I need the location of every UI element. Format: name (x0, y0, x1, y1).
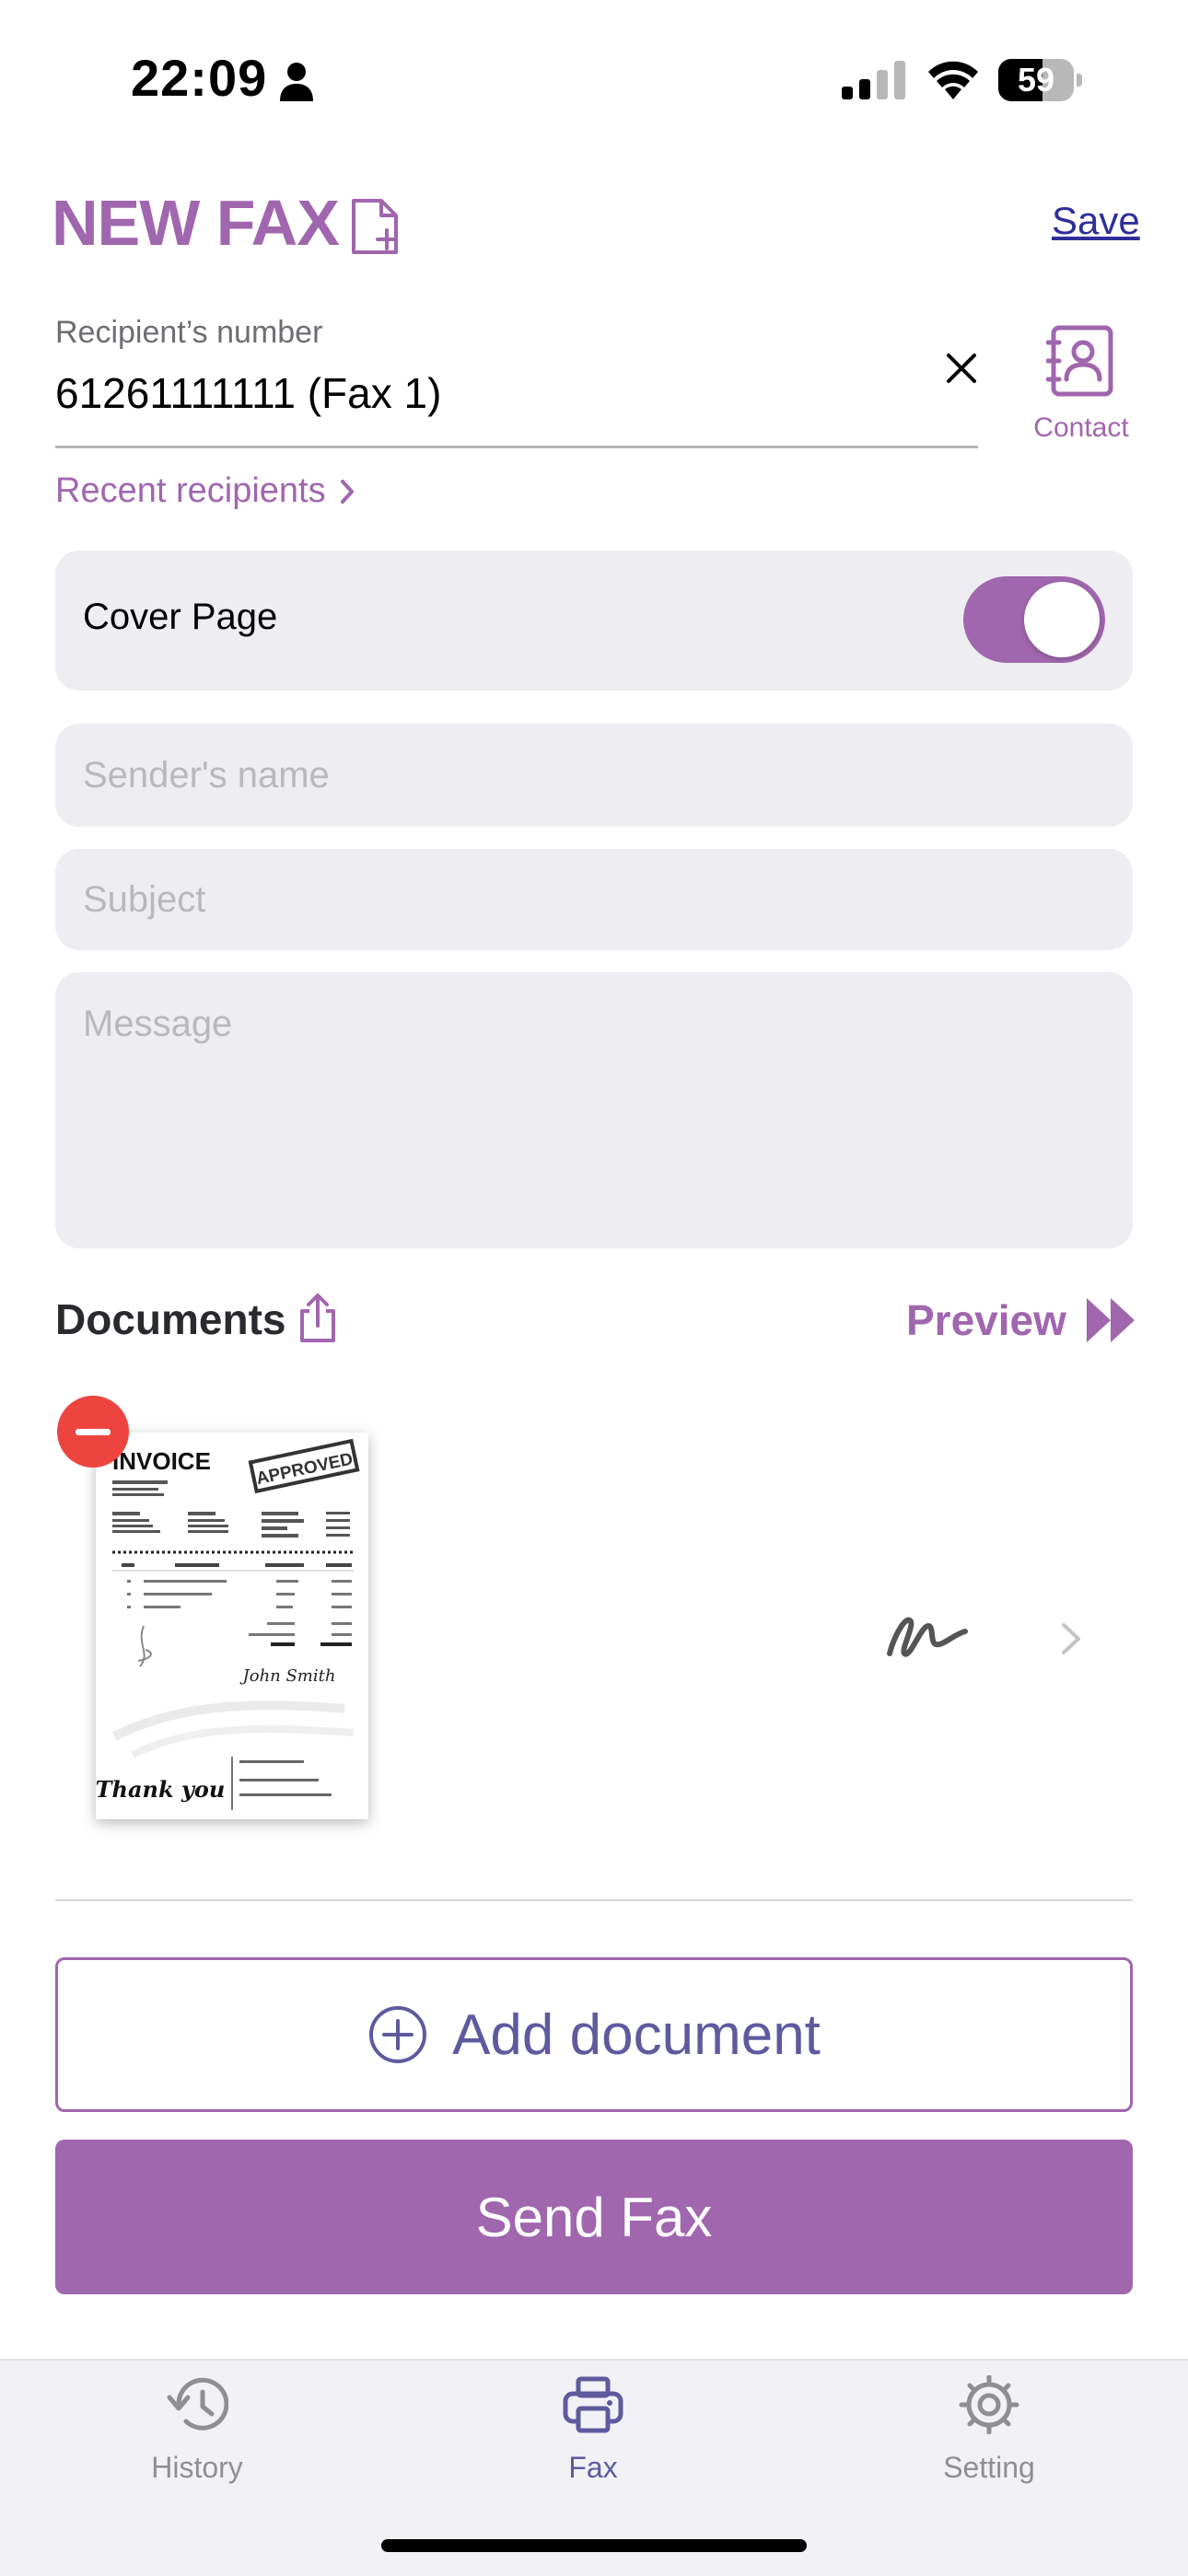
recent-recipients-link[interactable]: Recent recipients (55, 471, 355, 511)
send-fax-button[interactable]: Send Fax (55, 2140, 1133, 2294)
recent-recipients-label: Recent recipients (55, 471, 326, 510)
battery-level: 59 (1017, 61, 1055, 99)
sender-name-input[interactable] (55, 724, 1133, 827)
recipient-number-input[interactable]: 61261111111 (Fax 1) (55, 368, 441, 418)
tab-history-label: History (151, 2451, 243, 2484)
invoice-title: INVOICE (112, 1447, 211, 1475)
clear-icon[interactable] (941, 348, 982, 389)
add-circle-icon (369, 2006, 427, 2063)
cover-page-toggle[interactable] (963, 576, 1105, 663)
cover-page-label: Cover Page (83, 597, 278, 637)
wifi-icon (928, 61, 978, 99)
remove-document-button[interactable] (57, 1396, 129, 1468)
page-title: NEW FAX (52, 187, 340, 259)
documents-divider (55, 1899, 1133, 1901)
new-document-icon[interactable] (350, 197, 402, 256)
chevron-right-icon[interactable] (1059, 1620, 1083, 1657)
tab-setting[interactable]: Setting (888, 2375, 1090, 2485)
preview-button[interactable]: Preview (906, 1294, 1136, 1346)
invoice-preview: INVOICE APPROVED John Smith Thank you (96, 1438, 360, 1810)
history-icon (167, 2377, 228, 2431)
cellular-signal-icon (842, 61, 905, 99)
tab-setting-label: Setting (943, 2451, 1035, 2484)
preview-label: Preview (906, 1296, 1066, 1344)
toggle-knob (1024, 582, 1100, 657)
documents-title: Documents (55, 1295, 286, 1343)
fax-icon (563, 2376, 623, 2433)
tab-fax[interactable]: Fax (492, 2375, 694, 2485)
status-time: 22:09 (131, 49, 268, 107)
save-button[interactable]: Save (1052, 199, 1140, 243)
chevron-right-icon (340, 479, 354, 504)
fast-forward-icon (1086, 1298, 1135, 1342)
share-icon[interactable] (297, 1293, 339, 1344)
signature-text: John Smith (239, 1666, 336, 1686)
contact-book-icon[interactable] (1046, 324, 1114, 398)
signature-icon[interactable] (884, 1602, 969, 1666)
add-document-button[interactable]: Add document (55, 1957, 1133, 2112)
thank-you-text: Thank you (96, 1776, 225, 1803)
contact-label[interactable]: Contact (1024, 412, 1138, 444)
recipient-underline (55, 446, 978, 448)
gear-icon (959, 2375, 1019, 2434)
person-icon (280, 63, 313, 101)
tab-history[interactable]: History (96, 2375, 298, 2485)
document-thumbnail[interactable]: INVOICE APPROVED John Smith Thank you (96, 1433, 368, 1819)
home-indicator (381, 2539, 807, 2552)
battery-icon: 59 (998, 59, 1083, 101)
recipient-label: Recipient’s number (55, 315, 323, 350)
add-document-label: Add document (452, 2002, 821, 2067)
approved-stamp: APPROVED (254, 1449, 355, 1489)
tab-fax-label: Fax (568, 2451, 618, 2484)
subject-input[interactable] (55, 849, 1133, 950)
message-input[interactable] (55, 972, 1133, 1248)
